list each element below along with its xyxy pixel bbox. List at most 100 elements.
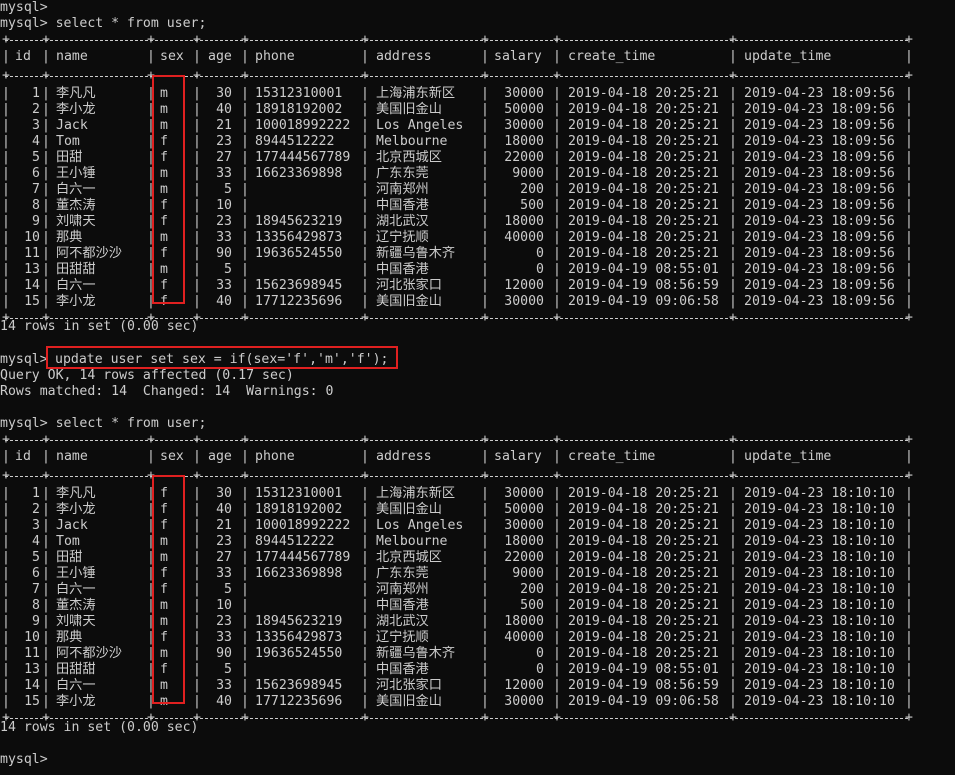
cell-id: 8 bbox=[32, 198, 40, 213]
cell-id: 14 bbox=[24, 678, 40, 693]
cell-age: 33 bbox=[216, 166, 232, 181]
cell-id: 6 bbox=[32, 566, 40, 581]
table-row: | | | | | | | | | | 6 王小锤 m 33 16623369898 广东东莞 9000 2019… bbox=[2, 166, 913, 181]
cell-address: 湖北武汉 bbox=[376, 614, 429, 629]
table-row: | | | | | | | | | | 4 Tom f 23 8944512222 Melbourne 1800… bbox=[2, 134, 913, 149]
cell-id: 10 bbox=[24, 630, 40, 645]
cell-address: 新疆乌鲁木齐 bbox=[376, 246, 456, 261]
cell-update-time: 2019-04-23 18:10:10 bbox=[744, 502, 895, 517]
cell-create-time: 2019-04-18 20:25:21 bbox=[568, 646, 719, 661]
table2-header-row: | | | | | | | | | | id name sex age phone address salary… bbox=[2, 449, 913, 464]
cell-update-time: 2019-04-23 18:10:10 bbox=[744, 566, 895, 581]
cell-name: 白六一 bbox=[56, 582, 96, 597]
cell-age: 27 bbox=[216, 550, 232, 565]
cell-name: 李凡凡 bbox=[56, 486, 96, 501]
column-header-update-time: update_time bbox=[744, 449, 832, 464]
cell-age: 10 bbox=[216, 198, 232, 213]
cell-name: 董杰涛 bbox=[56, 598, 96, 613]
cell-create-time: 2019-04-18 20:25:21 bbox=[568, 550, 719, 565]
column-header-create-time: create_time bbox=[568, 449, 656, 464]
cell-id: 11 bbox=[24, 646, 40, 661]
cell-salary: 500 bbox=[520, 198, 544, 213]
cell-create-time: 2019-04-18 20:25:21 bbox=[568, 102, 719, 117]
cell-address: 辽宁抚顺 bbox=[376, 630, 429, 645]
cell-phone: 16623369898 bbox=[255, 566, 343, 581]
cell-id: 2 bbox=[32, 502, 40, 517]
cell-address: Los Angeles bbox=[376, 118, 464, 133]
select-command-1: mysql> select * from user; bbox=[0, 16, 207, 31]
cell-age: 5 bbox=[224, 662, 232, 677]
cell-address: Los Angeles bbox=[376, 518, 464, 533]
cell-salary: 200 bbox=[520, 582, 544, 597]
cell-salary: 40000 bbox=[504, 230, 544, 245]
table1-top-border: + + + + + + + + + + bbox=[2, 32, 913, 47]
cell-name: Jack bbox=[56, 118, 88, 133]
column-header-address: address bbox=[376, 49, 432, 64]
cell-age: 33 bbox=[216, 566, 232, 581]
column-header-name: name bbox=[56, 449, 88, 464]
cell-salary: 0 bbox=[536, 246, 544, 261]
table-row: | | | | | | | | | | 11 阿不都沙沙 m 90 19636524550 新疆乌鲁木齐 0 20… bbox=[2, 646, 913, 661]
cell-update-time: 2019-04-23 18:10:10 bbox=[744, 678, 895, 693]
cell-name: 李凡凡 bbox=[56, 86, 96, 101]
cell-address: 中国香港 bbox=[376, 598, 429, 613]
cell-id: 4 bbox=[32, 134, 40, 149]
cell-age: 30 bbox=[216, 86, 232, 101]
cell-age: 5 bbox=[224, 582, 232, 597]
cell-age: 33 bbox=[216, 630, 232, 645]
cell-salary: 30000 bbox=[504, 518, 544, 533]
cell-name: 田甜 bbox=[56, 550, 83, 565]
cell-salary: 22000 bbox=[504, 550, 544, 565]
cell-id: 8 bbox=[32, 598, 40, 613]
cell-address: 中国香港 bbox=[376, 262, 429, 277]
cell-address: 美国旧金山 bbox=[376, 694, 442, 709]
cell-id: 7 bbox=[32, 582, 40, 597]
cell-create-time: 2019-04-19 09:06:58 bbox=[568, 694, 719, 709]
cell-salary: 18000 bbox=[504, 134, 544, 149]
table-row: | | | | | | | | | | 15 李小龙 f 40 17712235696 美国旧金山 30000 2… bbox=[2, 294, 913, 309]
cell-create-time: 2019-04-18 20:25:21 bbox=[568, 518, 719, 533]
cell-address: 广东东莞 bbox=[376, 166, 429, 181]
terminal-window[interactable]: { "terminal": { "prompt_top": "mysql>", … bbox=[0, 0, 955, 775]
table-row: | | | | | | | | | | 1 李凡凡 m 30 15312310001 上海浦东新区 30000 2… bbox=[2, 86, 913, 101]
table-row: | | | | | | | | | | 9 刘啸天 m 23 18945623219 湖北武汉 18000 201… bbox=[2, 614, 913, 629]
cell-address: 上海浦东新区 bbox=[376, 86, 456, 101]
cell-id: 5 bbox=[32, 550, 40, 565]
cell-update-time: 2019-04-23 18:10:10 bbox=[744, 630, 895, 645]
cell-phone: 100018992222 bbox=[255, 118, 351, 133]
cell-update-time: 2019-04-23 18:09:56 bbox=[744, 102, 895, 117]
cell-name: 董杰涛 bbox=[56, 198, 96, 213]
cell-address: 河北张家口 bbox=[376, 278, 442, 293]
table-row: | | | | | | | | | | 3 Jack m 21 100018992222 Los Angele… bbox=[2, 118, 913, 133]
cell-create-time: 2019-04-19 08:56:59 bbox=[568, 278, 719, 293]
cell-id: 4 bbox=[32, 534, 40, 549]
cell-salary: 30000 bbox=[504, 294, 544, 309]
cell-create-time: 2019-04-18 20:25:21 bbox=[568, 86, 719, 101]
cell-address: 美国旧金山 bbox=[376, 102, 442, 117]
cell-name: 田甜甜 bbox=[56, 262, 96, 277]
cell-create-time: 2019-04-19 09:06:58 bbox=[568, 294, 719, 309]
cell-age: 90 bbox=[216, 246, 232, 261]
cell-id: 1 bbox=[32, 486, 40, 501]
cell-id: 13 bbox=[24, 662, 40, 677]
cell-salary: 0 bbox=[536, 646, 544, 661]
cell-age: 33 bbox=[216, 230, 232, 245]
column-header-create-time: create_time bbox=[568, 49, 656, 64]
table1-header-row: | | | | | | | | | | id name sex age phone address salary… bbox=[2, 49, 913, 64]
cell-name: Tom bbox=[56, 134, 80, 149]
cell-address: Melbourne bbox=[376, 534, 448, 549]
cell-id: 10 bbox=[24, 230, 40, 245]
table-row: | | | | | | | | | | 5 田甜 m 27 177444567789 北京西城区 22000 20… bbox=[2, 550, 913, 565]
table-row: | | | | | | | | | | 9 刘啸天 f 23 18945623219 湖北武汉 18000 201… bbox=[2, 214, 913, 229]
cell-name: 那典 bbox=[56, 230, 83, 245]
cell-age: 21 bbox=[216, 518, 232, 533]
cell-id: 13 bbox=[24, 262, 40, 277]
cell-name: 李小龙 bbox=[56, 294, 96, 309]
cell-age: 21 bbox=[216, 118, 232, 133]
cell-create-time: 2019-04-18 20:25:21 bbox=[568, 230, 719, 245]
cell-phone: 8944512222 bbox=[255, 534, 335, 549]
cell-phone: 18945623219 bbox=[255, 614, 343, 629]
cell-update-time: 2019-04-23 18:09:56 bbox=[744, 150, 895, 165]
cell-id: 9 bbox=[32, 614, 40, 629]
cell-update-time: 2019-04-23 18:09:56 bbox=[744, 262, 895, 277]
